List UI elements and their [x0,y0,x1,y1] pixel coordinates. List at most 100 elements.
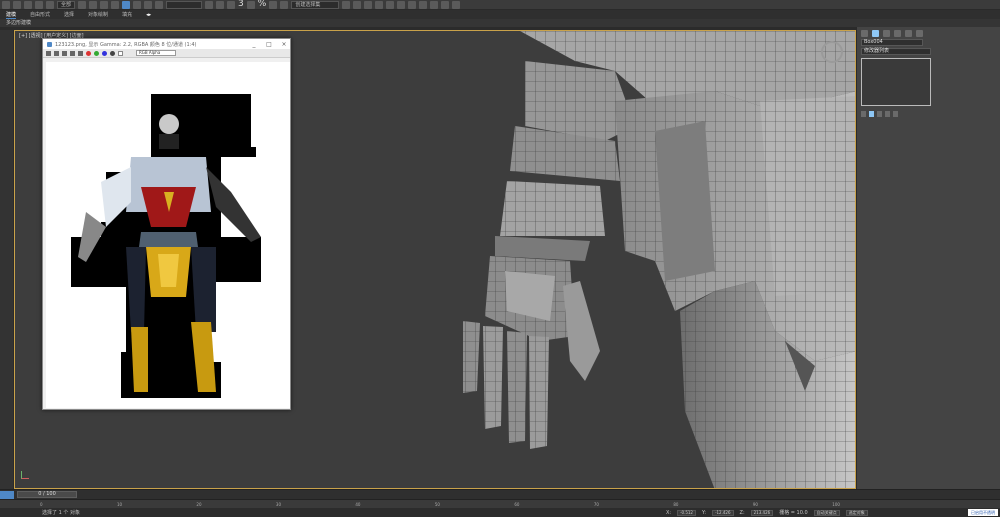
bind-space-warp-icon[interactable] [46,0,54,9]
pin-stack-icon[interactable] [861,111,866,117]
x-label: X: [665,509,672,516]
ribbon-panel-title: 多边形建模 [0,19,1000,27]
select-object-icon[interactable] [78,0,87,9]
selection-filter-dropdown[interactable]: 全部 [57,0,76,9]
grid-size: 栅格 = 10.0 [779,510,808,516]
select-by-name-icon[interactable] [89,0,98,9]
color-swatch[interactable] [118,50,123,56]
image-viewer-window[interactable]: 123123.png, 显示 Gamma: 2.2, RGBA 颜色 8 位/通… [42,38,291,410]
tab-object-paint[interactable]: 对象绘制 [88,11,108,18]
image-canvas [46,62,290,408]
keyboard-shortcut-icon[interactable] [227,0,236,9]
axis-tripod-icon [21,471,29,479]
tab-freeform[interactable]: 自由形式 [30,11,50,18]
minimize-button[interactable]: _ [248,41,260,48]
image-viewer-titlebar[interactable]: 123123.png, 显示 Gamma: 2.2, RGBA 颜色 8 位/通… [43,39,290,49]
scene-explorer-icon[interactable] [364,0,373,9]
character-image [71,94,261,398]
time-slider-track[interactable]: 0 / 100 [0,489,1000,499]
status-bar: 选择了 1 个 对象 X: -0.512 Y: -12.426 Z: 213.4… [0,508,1000,517]
alpha-channel-toggle[interactable] [110,50,115,56]
move-icon[interactable] [122,0,131,9]
align-icon[interactable] [353,0,362,9]
render-icon[interactable] [452,0,461,9]
window-crossing-icon[interactable] [111,0,120,9]
modifier-list-dropdown[interactable]: 修改器列表 [861,48,931,55]
unlink-icon[interactable] [35,0,43,9]
rect-selection-icon[interactable] [100,0,109,9]
track-bar[interactable]: 0 10 20 30 40 50 60 70 80 90 100 [0,499,1000,508]
copy-icon[interactable] [54,50,59,56]
auto-key-button[interactable]: 自动关键点 [813,509,840,516]
make-unique-icon[interactable] [877,111,882,117]
ribbon-tabs: 建模 自由形式 选择 对象绘制 填充 ◂▸ [0,10,1000,19]
z-coordinate-field[interactable]: 213.426 [750,509,774,516]
image-viewer-toolbar: RGB Alpha [43,49,290,58]
tab-populate[interactable]: 填充 [122,11,132,18]
object-name-field[interactable]: Box004 [861,39,923,46]
green-channel-toggle[interactable] [94,50,99,56]
spinner-snap-icon[interactable] [269,0,278,9]
tab-selection[interactable]: 选择 [64,11,74,18]
save-icon[interactable] [46,50,51,56]
image-viewer-title: 123123.png, 显示 Gamma: 2.2, RGBA 颜色 8 位/通… [55,41,197,48]
manipulate-icon[interactable] [216,0,225,9]
modify-tab-icon[interactable] [872,30,879,37]
snap-toggle-icon[interactable]: 3 [238,0,244,9]
z-label: Z: [739,509,745,516]
main-toolbar: 全部 3 % 创建选择集 [0,0,1000,10]
display-tab-icon[interactable] [905,30,912,37]
y-coordinate-field[interactable]: -12.426 [712,509,734,516]
viewcube-icon[interactable] [821,41,843,63]
render-setup-icon[interactable] [430,0,439,9]
viewport-layout-strip[interactable] [0,30,14,489]
ribbon-toggle-icon[interactable] [386,0,395,9]
place-icon[interactable] [155,0,164,9]
reference-coordinate-dropdown[interactable] [166,0,203,9]
red-channel-toggle[interactable] [86,50,91,56]
blue-channel-toggle[interactable] [102,50,107,56]
angle-snap-icon[interactable] [246,0,255,9]
utilities-tab-icon[interactable] [916,30,923,37]
close-button[interactable]: × [278,41,290,48]
channel-dropdown[interactable]: RGB Alpha [136,50,176,56]
edit-named-selection-icon[interactable] [280,0,289,9]
selection-status: 选择了 1 个 对象 [42,510,80,516]
maximize-button[interactable]: □ [263,41,275,48]
show-end-result-icon[interactable] [869,111,874,117]
scale-icon[interactable] [144,0,153,9]
print-icon[interactable] [70,50,75,56]
clone-icon[interactable] [62,50,67,56]
percent-snap-icon[interactable]: % [258,0,267,9]
time-slider-prev[interactable] [0,491,14,499]
configure-modifier-sets-icon[interactable] [893,111,898,117]
rotate-icon[interactable] [133,0,142,9]
modifier-stack-controls [857,109,1000,119]
layer-explorer-icon[interactable] [375,0,384,9]
ribbon-options-icon[interactable]: ◂▸ [146,12,151,18]
undo-icon[interactable] [2,0,10,9]
x-coordinate-field[interactable]: -0.512 [677,509,696,516]
selected-dropdown[interactable]: 选定对象 [845,509,868,516]
y-label: Y: [701,509,707,516]
rendered-frame-window-icon[interactable] [441,0,450,9]
remove-modifier-icon[interactable] [885,111,890,117]
named-selection-dropdown[interactable]: 创建选择集 [291,0,340,9]
curve-editor-icon[interactable] [397,0,406,9]
pivot-icon[interactable] [205,0,214,9]
create-tab-icon[interactable] [861,30,868,37]
schematic-view-icon[interactable] [408,0,417,9]
command-panel-tabs [857,27,1000,37]
time-slider[interactable]: 0 / 100 [17,491,77,498]
motion-tab-icon[interactable] [894,30,901,37]
modifier-stack[interactable] [861,58,931,106]
command-panel: Box004 修改器列表 [856,27,1000,489]
status-link[interactable]: 已启用不透明 [968,509,998,516]
tab-modeling[interactable]: 建模 [6,11,17,19]
hierarchy-tab-icon[interactable] [883,30,890,37]
material-editor-icon[interactable] [419,0,428,9]
mirror-icon[interactable] [342,0,351,9]
clear-icon[interactable] [78,50,83,56]
redo-icon[interactable] [13,0,21,9]
link-icon[interactable] [24,0,32,9]
